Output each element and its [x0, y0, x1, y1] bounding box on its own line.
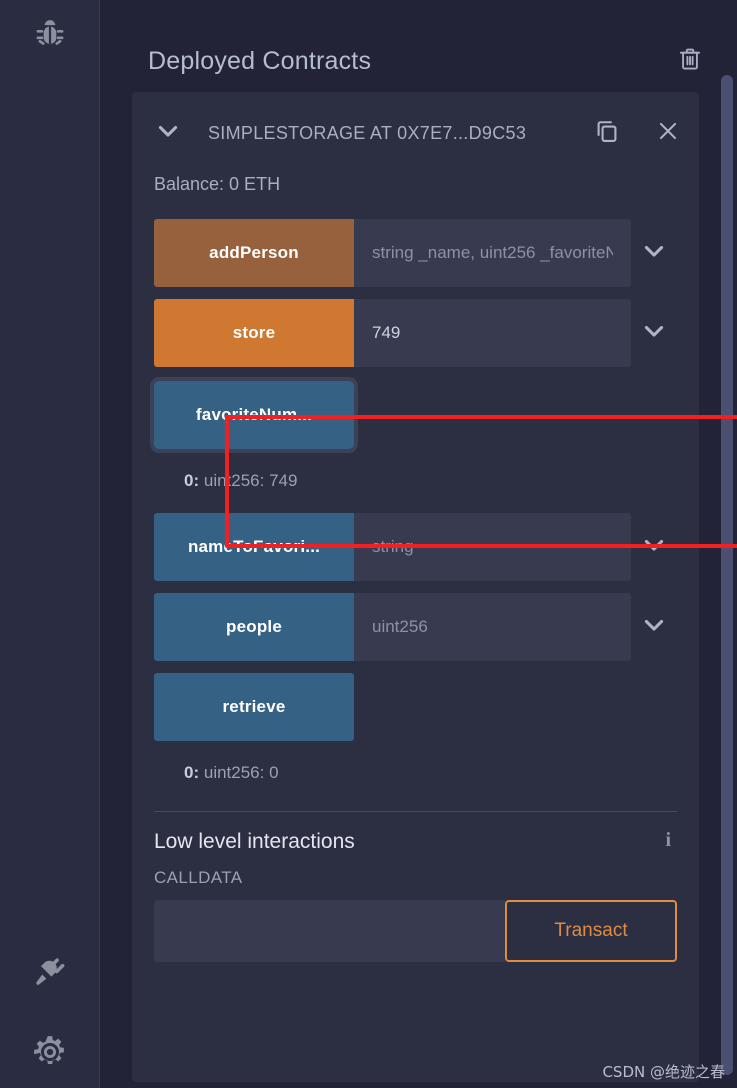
remove-contract-button[interactable] [651, 114, 685, 153]
function-button-nameToFavoriteNumber[interactable]: nameToFavori... [154, 513, 354, 581]
icon-rail [0, 0, 100, 1088]
function-block-retrieve: retrieve 0: uint256: 0 [154, 673, 677, 797]
contract-name-label: SIMPLESTORAGE AT 0X7E7...D9C53 [208, 122, 527, 143]
function-button-favoriteNumber[interactable]: favoriteNum... [154, 381, 354, 449]
settings-rail-button[interactable] [22, 1024, 78, 1080]
function-row: addPerson [154, 219, 677, 287]
chevron-down-icon [640, 237, 668, 270]
deployed-contract-card: SIMPLESTORAGE AT 0X7E7...D9C53 Balance: … [132, 92, 699, 1082]
gear-icon [31, 1033, 69, 1071]
function-row: people [154, 593, 677, 661]
contract-function-list: addPerson store [132, 219, 699, 797]
chevron-down-icon [640, 531, 668, 564]
function-block-addPerson: addPerson [154, 219, 677, 287]
function-input-people[interactable] [354, 593, 631, 661]
calldata-row: Transact [154, 900, 677, 962]
calldata-input[interactable] [154, 900, 505, 962]
low-level-header: Low level interactions i [154, 830, 677, 854]
remix-deploy-panel: Deployed Contracts SIMPLESTORAGE AT 0X7E… [0, 0, 737, 1088]
calldata-label: CALLDATA [154, 868, 243, 887]
function-input-store[interactable] [354, 299, 631, 367]
clear-all-contracts-button[interactable] [673, 42, 707, 81]
info-icon[interactable]: i [665, 830, 677, 850]
function-block-store: store [154, 299, 677, 367]
function-button-store[interactable]: store [154, 299, 354, 367]
function-expand-people[interactable] [631, 593, 677, 661]
copy-icon [593, 117, 621, 150]
contract-expand-toggle[interactable] [148, 113, 188, 154]
scrollbar-thumb[interactable] [721, 75, 733, 1075]
trash-icon [677, 46, 703, 77]
low-level-title: Low level interactions [154, 830, 355, 853]
chevron-down-icon [154, 117, 182, 150]
close-icon [655, 118, 681, 149]
function-input-nameToFavoriteNumber[interactable] [354, 513, 631, 581]
low-level-interactions-section: Low level interactions i CALLDATA Transa… [132, 812, 699, 962]
function-button-addPerson[interactable]: addPerson [154, 219, 354, 287]
function-block-nameToFavoriteNumber: nameToFavori... [154, 513, 677, 581]
panel-scrollbar[interactable] [719, 0, 735, 1088]
debugger-rail-button[interactable] [22, 8, 78, 64]
function-expand-addPerson[interactable] [631, 219, 677, 287]
contract-card-header[interactable]: SIMPLESTORAGE AT 0X7E7...D9C53 [132, 92, 699, 174]
page-title: Deployed Contracts [148, 46, 372, 75]
result-index: 0: [184, 471, 200, 490]
bug-icon [31, 17, 69, 55]
deploy-run-panel: Deployed Contracts SIMPLESTORAGE AT 0X7E… [100, 0, 737, 1088]
result-value: uint256: 0 [203, 763, 279, 782]
copy-address-button[interactable] [589, 113, 625, 154]
function-row: retrieve [154, 673, 677, 741]
chevron-down-icon [640, 317, 668, 350]
function-button-retrieve[interactable]: retrieve [154, 673, 354, 741]
function-row: favoriteNum... [154, 381, 677, 449]
function-result-favoriteNumber: 0: uint256: 749 [154, 461, 677, 505]
panel-header: Deployed Contracts [100, 0, 737, 92]
transact-button[interactable]: Transact [505, 900, 677, 962]
function-input-addPerson[interactable] [354, 219, 631, 287]
function-block-favoriteNumber: favoriteNum... 0: uint256: 749 [154, 381, 677, 505]
result-value: uint256: 749 [203, 471, 298, 490]
function-expand-store[interactable] [631, 299, 677, 367]
plugin-manager-rail-button[interactable] [22, 944, 78, 1000]
contract-balance: Balance: 0 ETH [154, 174, 281, 194]
watermark: CSDN @绝迹之春 [602, 1063, 725, 1081]
function-button-people[interactable]: people [154, 593, 354, 661]
function-row: store [154, 299, 677, 367]
function-expand-nameToFavoriteNumber[interactable] [631, 513, 677, 581]
plug-icon [31, 953, 69, 991]
function-row: nameToFavori... [154, 513, 677, 581]
function-block-people: people [154, 593, 677, 661]
result-index: 0: [184, 763, 200, 782]
chevron-down-icon [640, 611, 668, 644]
function-result-retrieve: 0: uint256: 0 [154, 753, 677, 797]
